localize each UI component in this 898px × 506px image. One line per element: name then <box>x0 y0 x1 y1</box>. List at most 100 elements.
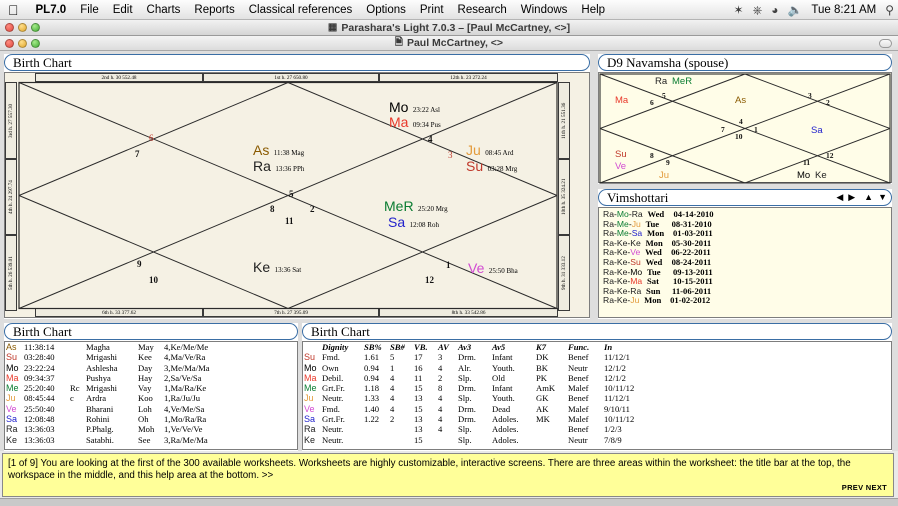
menu-print[interactable]: Print <box>413 4 451 16</box>
planet-entry-ve[interactable]: Ve 25:50 Bha <box>468 261 518 277</box>
planet-entry-as[interactable]: As 11:38 Mag <box>253 143 304 159</box>
wifi-icon[interactable]: ◕ <box>771 4 778 16</box>
document-title-bar[interactable]: 🗎 Paul McCartney, <> <box>0 36 898 51</box>
vimshottari-row[interactable]: Ra-Ke-Ju Mon01-02-2012 <box>603 296 891 306</box>
cell-planet: Sa <box>5 414 23 424</box>
table-row[interactable]: Sa12:08:48RohiniOh1,Mo/Ra/Ra <box>5 414 297 424</box>
table-row[interactable]: Me25:20:40RcMrigashiVay1,Ma/Ra/Ke <box>5 383 297 393</box>
cell-dignity: Grt.Fr. <box>321 383 363 393</box>
planet-entry-ke[interactable]: Ke 13:36 Sat <box>253 260 301 276</box>
cell-planet: Ve <box>5 404 23 414</box>
cell-vb: 17 <box>413 352 437 362</box>
planet-attributes-table-container[interactable]: DignitySB%SB#VB.AVAv3Av5K7Func.InSuFmd.1… <box>302 341 892 450</box>
table-row[interactable]: Ju08:45:44cArdraKoo1,Ra/Ju/Ju <box>5 393 297 403</box>
planet-entry-me[interactable]: MeR 25:20 Mrg <box>384 199 448 215</box>
table-row[interactable]: Ma09:34:37PushyaHay2,Sa/Ve/Sa <box>5 373 297 383</box>
cell-func: Benef <box>567 352 603 362</box>
cell-sb-number: 2 <box>389 414 413 424</box>
d9-planet-sa[interactable]: Sa <box>811 125 823 136</box>
table-right-panel-header[interactable]: Birth Chart <box>302 323 892 340</box>
prev-arrow-icon[interactable]: ◀ <box>836 193 843 202</box>
cell-lords: 4,Ma/Ve/Ra <box>163 352 297 362</box>
cell-k7: AK <box>535 404 567 414</box>
birth-chart-diagram[interactable]: 2nd h. 30 552.48 1st h. 27 650.80 12th h… <box>4 72 590 318</box>
dasha-lord-1: Ra <box>603 238 614 248</box>
planet-entry-ju[interactable]: Ju 08:45 Ard <box>466 143 513 159</box>
d9-planet-ke[interactable]: Ke <box>815 170 827 181</box>
up-arrow-icon[interactable]: ▲ <box>864 193 873 202</box>
planet-entry-sa[interactable]: Sa 12:08 Roh <box>388 215 439 231</box>
table-row[interactable]: As11:38:14MaghaMay4,Ke/Me/Me <box>5 342 297 352</box>
menu-options[interactable]: Options <box>359 4 413 16</box>
table-row[interactable]: Ra13:36:03P.Phalg.Moh1,Ve/Ve/Ve <box>5 424 297 434</box>
planet-attributes-table: DignitySB%SB#VB.AVAv3Av5K7Func.InSuFmd.1… <box>303 342 891 445</box>
cell-abbr: Kee <box>137 352 163 362</box>
cell-planet: Ju <box>5 393 23 403</box>
help-next-button[interactable]: NEXT <box>866 483 887 492</box>
table-row[interactable]: Ke13:36:03Satabhi.See3,Ra/Me/Ma <box>5 435 297 445</box>
spotlight-search-icon[interactable]: ⚲ <box>885 4 894 16</box>
menu-bar-clock[interactable]: Tue 8:21 AM <box>811 4 876 16</box>
cell-degree: 11:38:14 <box>23 342 69 352</box>
menu-reports[interactable]: Reports <box>187 4 241 16</box>
d9-planet-ra[interactable]: Ra <box>655 76 667 87</box>
d9-planet-me[interactable]: MeR <box>672 76 692 87</box>
d9-planet-mo[interactable]: Mo <box>797 170 810 181</box>
vimshottari-nav-controls[interactable]: ◀ ▶ ▲ ▼ <box>836 193 887 202</box>
table-row[interactable]: JuNeutr.1.334134Slp.Youth.GKBenef11/12/1 <box>303 393 891 403</box>
menu-charts[interactable]: Charts <box>140 4 188 16</box>
planet-positions-table-container[interactable]: As11:38:14MaghaMay4,Ke/Me/MeSu03:28:40Mr… <box>4 341 298 450</box>
menu-classical-references[interactable]: Classical references <box>242 4 360 16</box>
birth-chart-panel-header[interactable]: Birth Chart <box>4 54 590 71</box>
d9-planet-ju[interactable]: Ju <box>659 170 669 181</box>
next-arrow-icon[interactable]: ▶ <box>848 193 855 202</box>
d9-planet-as[interactable]: As <box>735 95 746 106</box>
dasha-lord-3: Ra <box>632 209 643 219</box>
table-row[interactable]: RaNeutr.134Slp.Adoles.Benef1/2/3 <box>303 424 891 434</box>
menu-app-name[interactable]: PL7.0 <box>29 4 74 16</box>
d9-panel-header[interactable]: D9 Navamsha (spouse) <box>598 54 892 71</box>
menu-research[interactable]: Research <box>451 4 514 16</box>
table-left-panel-header[interactable]: Birth Chart <box>4 323 298 340</box>
table-row[interactable]: Ve25:50:40BharaniLoh4,Ve/Me/Sa <box>5 404 297 414</box>
d9-planet-su[interactable]: Su <box>615 149 627 160</box>
menu-windows[interactable]: Windows <box>514 4 575 16</box>
table-row[interactable]: MoOwn0.941164Alr.Youth.BKNeutr12/1/2 <box>303 363 891 373</box>
table-row[interactable]: SuFmd.1.615173Drm.InfantDKBenef11/12/1 <box>303 352 891 362</box>
time-machine-icon[interactable]: ⎈ <box>753 4 763 16</box>
dasha-lord-2: Me <box>617 228 629 238</box>
help-prev-button[interactable]: PREV <box>842 483 864 492</box>
cell-sb-percent: 0.94 <box>363 373 389 383</box>
table-row[interactable]: SaGrt.Fr.1.222134Drm.Adoles.MKMalef10/11… <box>303 414 891 424</box>
table-row[interactable]: VeFmd.1.404154Drm.DeadAKMalef9/10/11 <box>303 404 891 414</box>
vimshottari-dasha-list[interactable]: Ra-Mo-Ra Wed04-14-2010Ra-Me-Ju Tue08-31-… <box>598 207 892 318</box>
planet-entry-ma[interactable]: Ma 09:34 Pus <box>389 115 441 131</box>
apple-menu-icon[interactable]:  <box>8 3 19 17</box>
volume-icon[interactable]: 🔈 <box>787 4 802 16</box>
vimshottari-panel-header[interactable]: Vimshottari ◀ ▶ ▲ ▼ <box>598 189 892 206</box>
d9-planet-ve[interactable]: Ve <box>615 161 626 172</box>
cell-retro <box>69 414 85 424</box>
d9-chart-diagram[interactable]: Ra MeR Ma As Sa Su Ve Ju Mo Ke 5 6 3 2 4… <box>598 72 892 183</box>
help-navigation[interactable]: PREV NEXT <box>842 482 887 494</box>
cell-lords: 1,Mo/Ra/Ra <box>163 414 297 424</box>
dasha-lord-2: Ke <box>617 247 628 257</box>
down-arrow-icon[interactable]: ▼ <box>878 193 887 202</box>
table-row[interactable]: Su03:28:40MrigashiKee4,Ma/Ve/Ra <box>5 352 297 362</box>
birth-chart-panel-title: Birth Chart <box>13 55 72 71</box>
cell-vb: 15 <box>413 404 437 414</box>
menu-file[interactable]: File <box>73 4 106 16</box>
table-row[interactable]: MeGrt.Fr.1.184158Drm.InfantAmKMalef10/11… <box>303 383 891 393</box>
table-row[interactable]: Mo23:22:24AshleshaDay3,Me/Ma/Ma <box>5 363 297 373</box>
cell-nakshatra: P.Phalg. <box>85 424 137 434</box>
d9-planet-ma[interactable]: Ma <box>615 95 628 106</box>
window-collapse-button[interactable] <box>879 39 892 48</box>
table-row[interactable]: MaDebil.0.944112Slp.OldPKBenef12/1/2 <box>303 373 891 383</box>
planet-entry-ra[interactable]: Ra 13:36 PPh <box>253 159 304 175</box>
menu-edit[interactable]: Edit <box>106 4 140 16</box>
planet-entry-su[interactable]: Su 03:28 Mrg <box>466 159 517 175</box>
menu-help[interactable]: Help <box>574 4 612 16</box>
table-row[interactable]: KeNeutr.15Slp.Adoles.Neutr7/8/9 <box>303 435 891 445</box>
dasha-lord-1: Ra <box>603 228 614 238</box>
bluetooth-icon[interactable]: ✶ <box>734 4 744 16</box>
